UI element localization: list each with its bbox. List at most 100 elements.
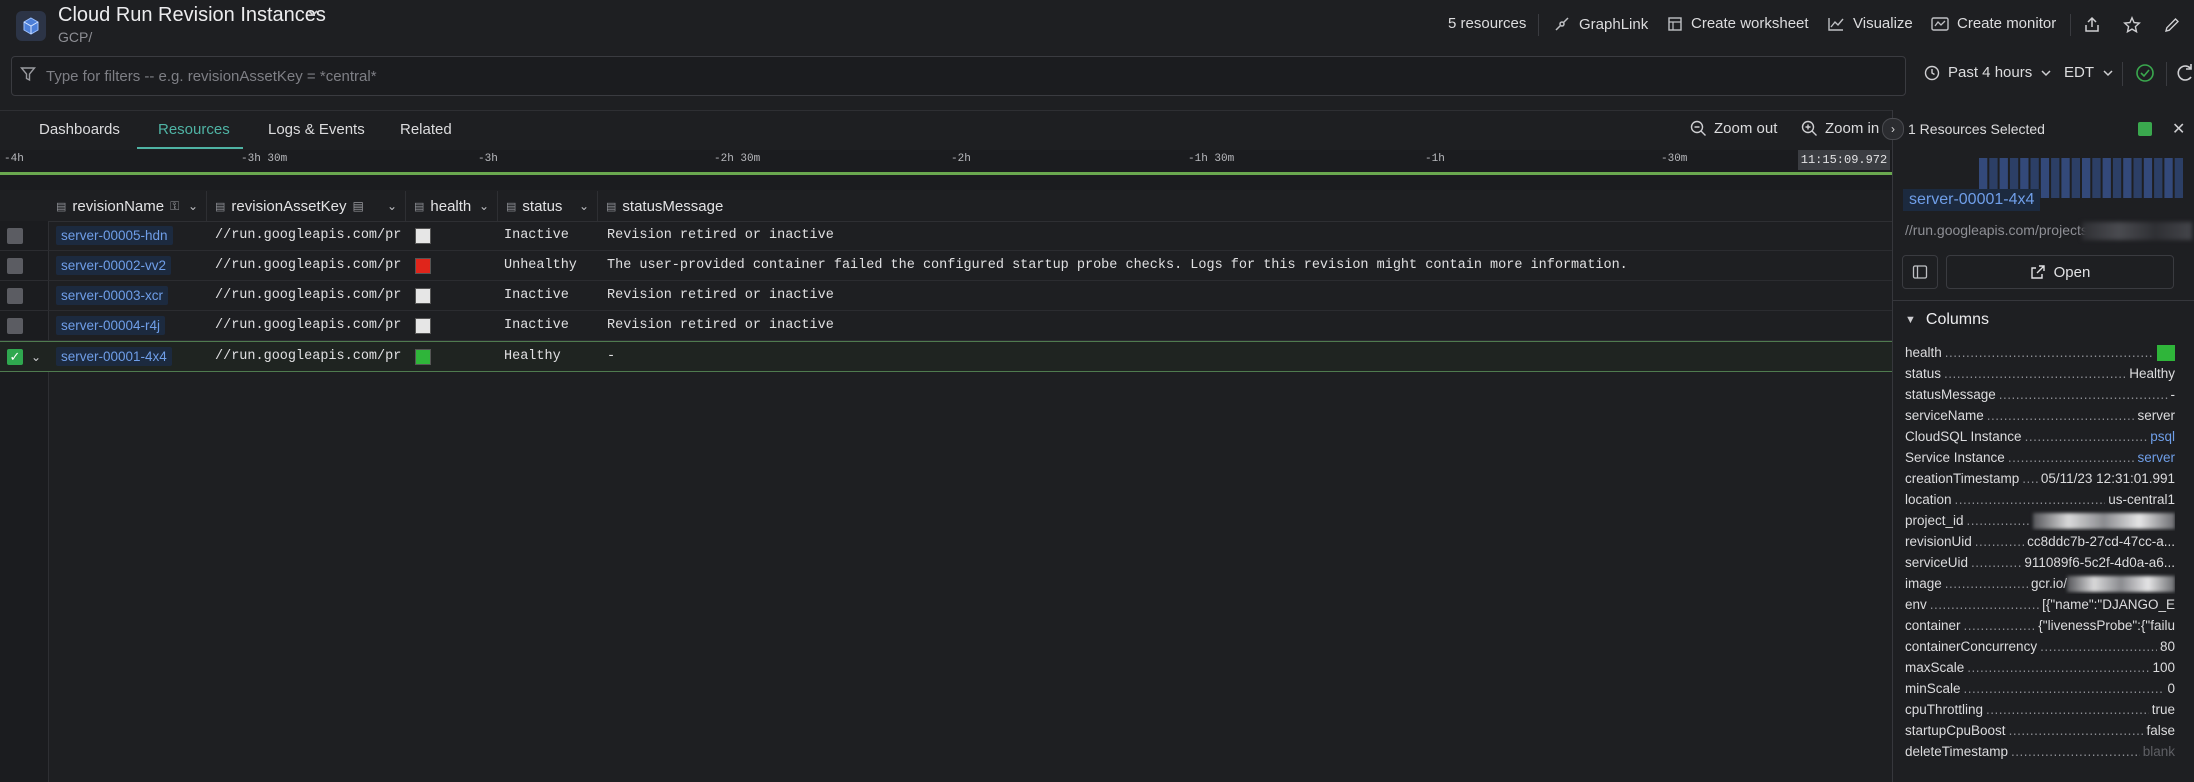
field-value[interactable]: server: [2137, 450, 2175, 465]
field-value: 911089f6-5c2f-4d0a-a6...: [2024, 555, 2175, 570]
share-icon[interactable]: [2081, 14, 2103, 36]
health-indicator: [415, 317, 431, 334]
timeline-tick: -2h 30m: [714, 153, 761, 165]
selected-count-label: 1 Resources Selected: [1908, 121, 2045, 137]
zoom-in-icon: [1801, 120, 1817, 136]
chevron-down-icon[interactable]: [306, 6, 320, 23]
detail-field-status: status Healthy: [1905, 363, 2175, 384]
create-worksheet-button[interactable]: Create worksheet: [1667, 15, 1809, 32]
zoom-out-button[interactable]: Zoom out: [1690, 120, 1777, 137]
detail-field-minscale: minScale 0: [1905, 678, 2175, 699]
field-value: 100: [2152, 660, 2175, 675]
field-key: image: [1905, 576, 1942, 591]
table-row[interactable]: server-00004-r4j //run.googleapis.com/pr I…: [0, 311, 1892, 341]
revision-name-link[interactable]: server-00002-vv2: [56, 256, 172, 275]
column-header-status[interactable]: ▤ status ⌄: [498, 191, 598, 221]
table-row[interactable]: ✓ ⌄ server-00001-4x4 //run.googleapis.com/p…: [0, 341, 1892, 372]
create-worksheet-label: Create worksheet: [1691, 15, 1809, 32]
columns-section-toggle[interactable]: ▼ Columns: [1905, 311, 1989, 329]
detail-field-creationtimestamp: creationTimestamp 05/11/23 12:31:01.991: [1905, 468, 2175, 489]
row-checkbox[interactable]: [7, 227, 23, 244]
resource-name[interactable]: server-00001-4x4: [1903, 189, 2041, 211]
revision-name-link[interactable]: server-00005-hdn: [56, 226, 173, 245]
chevron-down-icon[interactable]: ⌄: [387, 199, 397, 213]
revision-name-link[interactable]: server-00004-r4j: [56, 316, 166, 335]
time-range-picker[interactable]: Past 4 hours: [1924, 64, 2052, 81]
tab-related[interactable]: Related: [400, 121, 452, 138]
field-key: cpuThrottling: [1905, 702, 1984, 717]
current-time-badge: 11:15:09.972: [1798, 150, 1890, 170]
row-checkbox[interactable]: [7, 257, 23, 274]
create-monitor-button[interactable]: Create monitor: [1931, 15, 2056, 32]
activity-bar: [2082, 158, 2091, 198]
open-button[interactable]: Open: [1946, 255, 2174, 289]
tab-dashboards[interactable]: Dashboards: [39, 121, 120, 138]
open-label: Open: [2053, 263, 2091, 281]
activity-bar: [2143, 158, 2153, 198]
status-message-cell: Revision retired or inactive: [607, 228, 834, 243]
detail-field-service-instance: Service Instance server: [1905, 447, 2175, 468]
field-value: us-central1: [2108, 492, 2175, 507]
status-cell: Inactive: [504, 228, 569, 243]
row-checkbox[interactable]: ✓: [7, 348, 23, 365]
status-cell: Inactive: [504, 318, 569, 333]
divider: [2070, 14, 2071, 36]
detail-field-startupcpuboost: startupCpuBoost false: [1905, 720, 2175, 741]
leader-dots: [1999, 387, 2168, 402]
chevron-down-icon[interactable]: ⌄: [479, 199, 489, 213]
visualize-button[interactable]: Visualize: [1827, 15, 1913, 32]
health-indicator: [415, 287, 431, 304]
detail-field-statusmessage: statusMessage -: [1905, 384, 2175, 405]
star-icon[interactable]: [2121, 14, 2143, 36]
chevron-down-icon[interactable]: ⌄: [188, 199, 198, 213]
field-key: statusMessage: [1905, 387, 1996, 402]
chevron-down-icon[interactable]: ⌄: [579, 199, 589, 213]
graphlink-button[interactable]: GraphLink: [1553, 15, 1648, 33]
redacted-value: [2067, 575, 2175, 592]
column-type-icon: ▤: [506, 200, 517, 213]
field-key: maxScale: [1905, 660, 1965, 675]
detail-field-revisionuid: revisionUid cc8ddc7b-27cd-47cc-a...: [1905, 531, 2175, 552]
table-row[interactable]: server-00003-xcr //run.googleapis.com/pr I…: [0, 281, 1892, 311]
column-header-statusmessage[interactable]: ▤ statusMessage: [598, 191, 1892, 221]
monitor-icon: [1931, 16, 1949, 31]
check-circle-icon[interactable]: [2134, 62, 2156, 84]
detail-field-image: imagegcr.io/: [1905, 573, 2175, 594]
edit-icon[interactable]: [2161, 14, 2183, 36]
divider: [2122, 62, 2123, 86]
chevron-down-icon[interactable]: ⌄: [31, 342, 45, 371]
timeline-tick: -3h 30m: [241, 153, 288, 165]
row-checkbox[interactable]: [7, 287, 23, 304]
row-checkbox[interactable]: [7, 317, 23, 334]
revision-name-link[interactable]: server-00001-4x4: [56, 347, 172, 366]
close-icon[interactable]: ✕: [2172, 119, 2185, 139]
field-value: blank: [2142, 744, 2175, 759]
status-swatch: [2138, 122, 2152, 136]
chevron-right-icon[interactable]: ›: [1882, 118, 1904, 140]
table-row[interactable]: server-00002-vv2 //run.googleapis.com/pr U…: [0, 251, 1892, 281]
detail-field-env: env [{"name":"DJANGO_E: [1905, 594, 2175, 615]
leader-dots: [2009, 723, 2144, 738]
column-header-revisionassetkey[interactable]: ▤ revisionAssetKey ▤ ⌄: [207, 191, 406, 221]
refresh-icon[interactable]: [2176, 62, 2194, 84]
revision-asset-key: //run.googleapis.com/pr: [215, 349, 402, 364]
revision-asset-key: //run.googleapis.com/pr: [215, 258, 402, 273]
page-title: Cloud Run Revision Instances: [58, 4, 326, 26]
column-header-health[interactable]: ▤ health ⌄: [406, 191, 498, 221]
field-value[interactable]: psql: [2150, 429, 2175, 444]
field-key: status: [1905, 366, 1942, 381]
zoom-in-button[interactable]: Zoom in: [1801, 120, 1879, 137]
tab-logs-events[interactable]: Logs & Events: [268, 121, 365, 138]
activity-bar: [2051, 158, 2060, 198]
timezone-picker[interactable]: EDT: [2064, 64, 2114, 81]
column-header-revisionname[interactable]: ▤ revisionName ⚿ ⌄: [48, 191, 207, 221]
status-cell: Unhealthy: [504, 258, 577, 273]
detail-field-cloudsql-instance: CloudSQL Instance psql: [1905, 426, 2175, 447]
panel-icon[interactable]: [1902, 255, 1938, 289]
revision-asset-key: //run.googleapis.com/pr: [215, 228, 402, 243]
tab-resources[interactable]: Resources: [158, 121, 230, 138]
filter-input[interactable]: [44, 60, 1888, 92]
table-row[interactable]: server-00005-hdn //run.googleapis.com/pr I…: [0, 221, 1892, 251]
revision-name-link[interactable]: server-00003-xcr: [56, 286, 169, 305]
activity-bar: [2040, 158, 2050, 198]
